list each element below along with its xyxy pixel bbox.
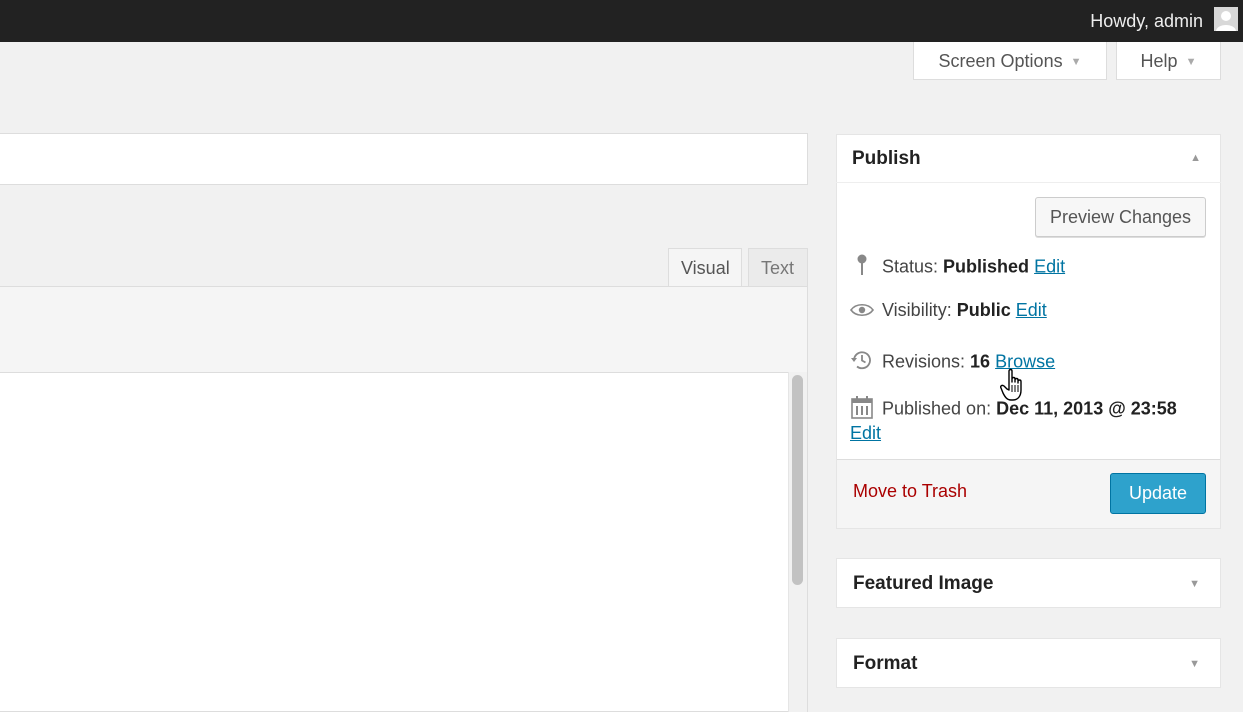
screen-options-label: Screen Options bbox=[938, 51, 1063, 71]
caret-down-icon: ▼ bbox=[1185, 56, 1197, 68]
caret-down-icon: ▼ bbox=[1070, 56, 1082, 68]
hand-cursor-icon bbox=[1000, 368, 1030, 402]
featured-image-box[interactable]: Featured Image ▼ bbox=[836, 558, 1221, 608]
status-label: Status: bbox=[882, 256, 939, 277]
published-on-edit-link[interactable]: Edit bbox=[850, 423, 881, 444]
move-to-trash-link[interactable]: Move to Trash bbox=[853, 481, 967, 502]
collapse-arrow-down-icon[interactable]: ▼ bbox=[1189, 559, 1200, 609]
howdy-greeting[interactable]: Howdy, admin bbox=[1090, 0, 1203, 42]
admin-bar bbox=[0, 0, 1243, 42]
tab-text[interactable]: Text bbox=[748, 248, 808, 286]
screen-options-button[interactable]: Screen Options ▼ bbox=[913, 42, 1107, 80]
featured-image-title: Featured Image bbox=[853, 573, 994, 594]
editor-toolbar bbox=[0, 286, 808, 373]
publish-box-header[interactable]: Publish ▲ bbox=[836, 134, 1221, 183]
update-button[interactable]: Update bbox=[1110, 473, 1206, 514]
content-editor[interactable] bbox=[0, 372, 808, 712]
help-label: Help bbox=[1140, 51, 1178, 71]
post-title-input[interactable] bbox=[0, 133, 808, 185]
revisions-label: Revisions: bbox=[882, 351, 966, 372]
editor-scrollbar-thumb[interactable] bbox=[792, 375, 803, 585]
user-avatar-icon[interactable] bbox=[1214, 7, 1238, 31]
collapse-arrow-up-icon[interactable]: ▲ bbox=[1190, 134, 1201, 183]
visibility-label: Visibility: bbox=[882, 300, 952, 320]
preview-changes-button[interactable]: Preview Changes bbox=[1035, 197, 1206, 237]
status-edit-link[interactable]: Edit bbox=[1034, 256, 1065, 276]
eye-icon bbox=[850, 301, 874, 322]
revisions-count: 16 bbox=[970, 351, 991, 372]
calendar-icon bbox=[850, 395, 874, 424]
format-box[interactable]: Format ▼ bbox=[836, 638, 1221, 688]
help-button[interactable]: Help ▼ bbox=[1116, 42, 1221, 80]
visibility-value: Public bbox=[956, 300, 1011, 320]
pin-icon bbox=[850, 253, 874, 282]
publish-title: Publish bbox=[852, 148, 921, 169]
format-title: Format bbox=[853, 653, 918, 674]
visibility-edit-link[interactable]: Edit bbox=[1016, 300, 1047, 320]
status-value: Published bbox=[943, 256, 1030, 277]
tab-visual[interactable]: Visual bbox=[668, 248, 742, 286]
collapse-arrow-down-icon[interactable]: ▼ bbox=[1189, 639, 1200, 689]
history-icon bbox=[850, 348, 874, 377]
status-row: Status: Published Edit bbox=[850, 253, 1065, 282]
published-on-label: Published on: bbox=[882, 398, 992, 419]
visibility-row: Visibility: Public Edit bbox=[850, 300, 1047, 322]
